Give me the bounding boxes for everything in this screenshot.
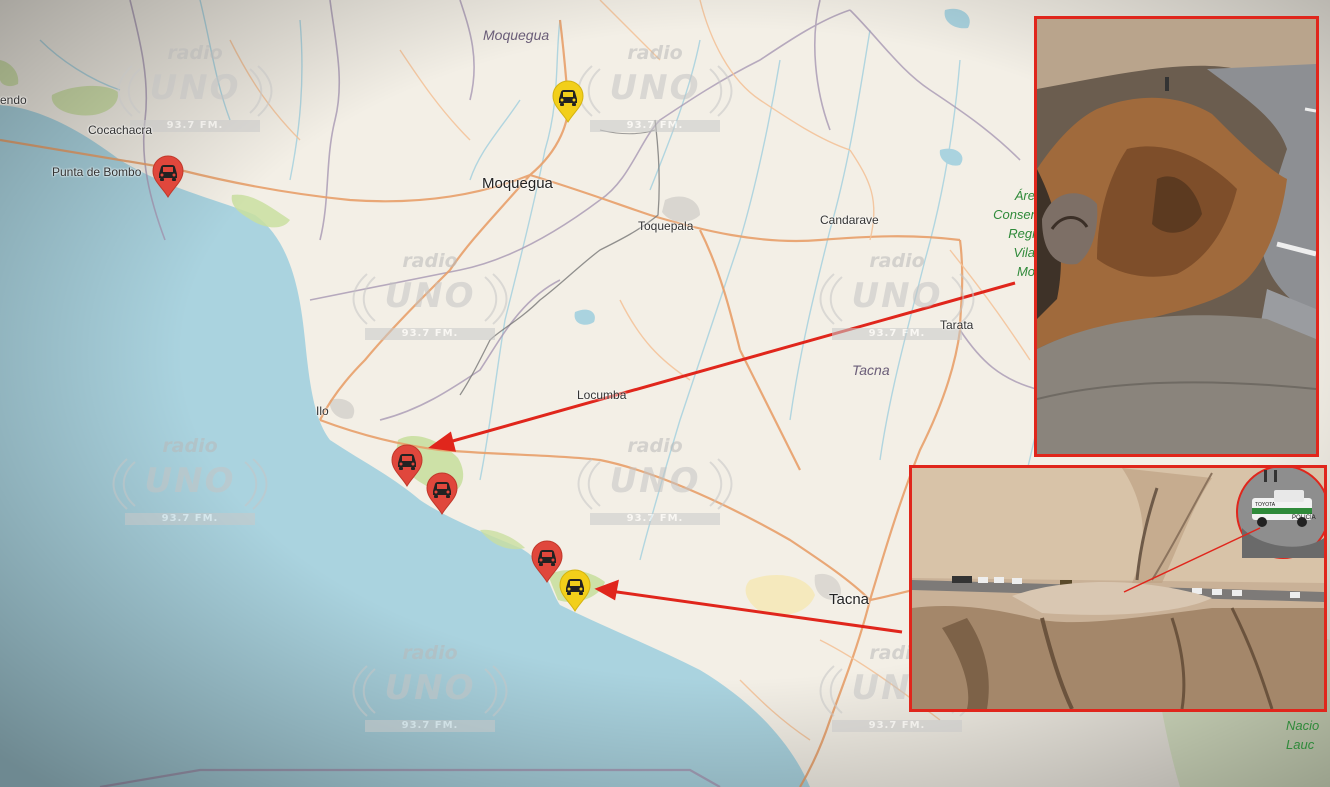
collapsed-road-photo-icon	[1037, 19, 1316, 454]
radio-uno-watermark: radio UNO 93.7 FM.	[345, 250, 515, 360]
radio-uno-watermark: radio UNO 93.7 FM.	[812, 250, 982, 360]
city-label-punta-de-bombon[interactable]: Punta de Bombo	[52, 165, 141, 179]
city-label-candarave[interactable]: Candarave	[820, 213, 879, 227]
city-label-locumba[interactable]: Locumba	[577, 388, 626, 402]
city-label-toquepala[interactable]: Toquepala	[638, 219, 693, 233]
aerial-landslide-photo-icon: POLICÍA TOYOTA	[912, 468, 1324, 709]
city-label-mollendo[interactable]: endo	[0, 93, 27, 107]
car-alert-marker-red[interactable]	[389, 444, 425, 488]
car-alert-marker-red[interactable]	[150, 155, 186, 199]
aerial-landslide-photo[interactable]: POLICÍA TOYOTA	[909, 465, 1327, 712]
region-label-moquegua: Moquegua	[483, 27, 550, 43]
car-alert-marker-yellow[interactable]	[557, 569, 593, 613]
police-truck-inset: POLICÍA TOYOTA	[1236, 468, 1324, 559]
radio-uno-watermark: radio UNO 93.7 FM.	[570, 435, 740, 545]
road-collapse-photo[interactable]	[1034, 16, 1319, 457]
city-label-moquegua[interactable]: Moquegua	[482, 175, 553, 192]
truck-brand-label: TOYOTA	[1255, 502, 1276, 508]
city-label-ilo[interactable]: Ilo	[316, 404, 329, 418]
radio-uno-watermark: radio UNO 93.7 FM.	[105, 435, 275, 545]
national-park-label: Nacio Lauc	[1286, 718, 1320, 752]
protected-area-label: Áre Conser Regi Vila Mo	[993, 188, 1035, 279]
city-label-cocachacra[interactable]: Cocachacra	[88, 123, 152, 137]
car-alert-marker-red[interactable]	[424, 472, 460, 516]
radio-uno-watermark: radio UNO 93.7 FM.	[345, 642, 515, 752]
car-alert-marker-yellow[interactable]	[550, 80, 586, 124]
city-label-tarata[interactable]: Tarata	[940, 318, 973, 332]
region-label-tacna: Tacna	[852, 362, 890, 378]
radio-uno-watermark: radio UNO 93.7 FM.	[570, 42, 740, 152]
city-label-tacna[interactable]: Tacna	[829, 591, 869, 608]
